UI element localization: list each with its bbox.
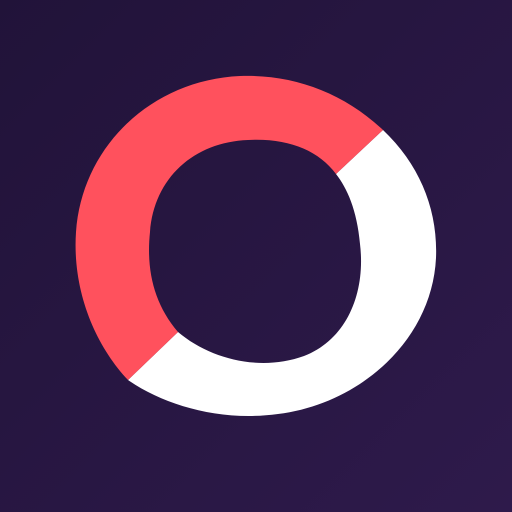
app-icon [0,0,512,512]
ring-logo-icon [75,75,437,416]
ring-white-segment [128,130,437,416]
